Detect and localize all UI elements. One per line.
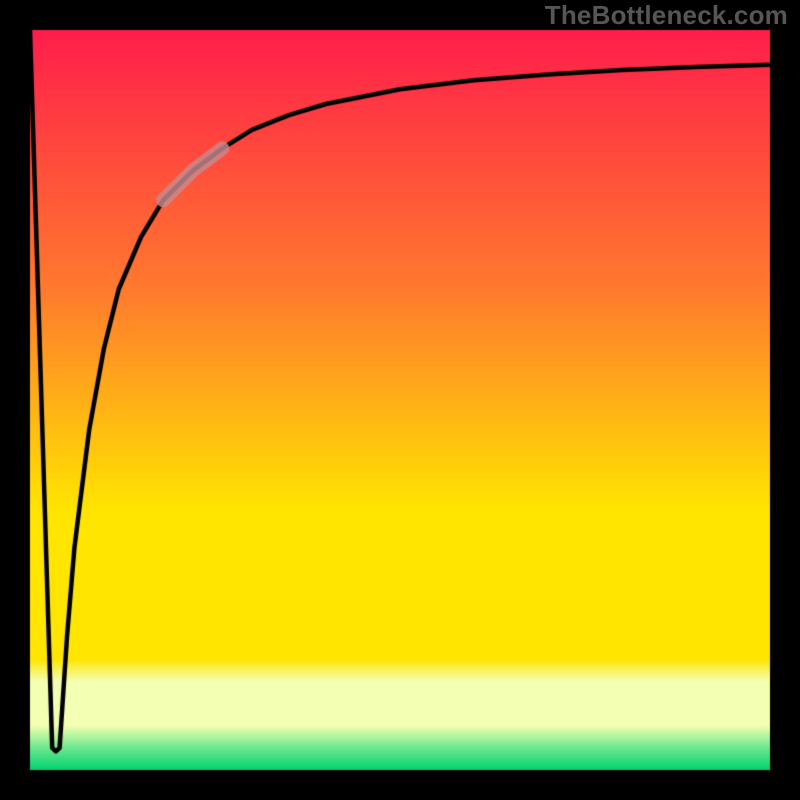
bottleneck-chart-canvas — [0, 0, 800, 800]
watermark-text: TheBottleneck.com — [545, 0, 788, 31]
chart-stage: TheBottleneck.com — [0, 0, 800, 800]
